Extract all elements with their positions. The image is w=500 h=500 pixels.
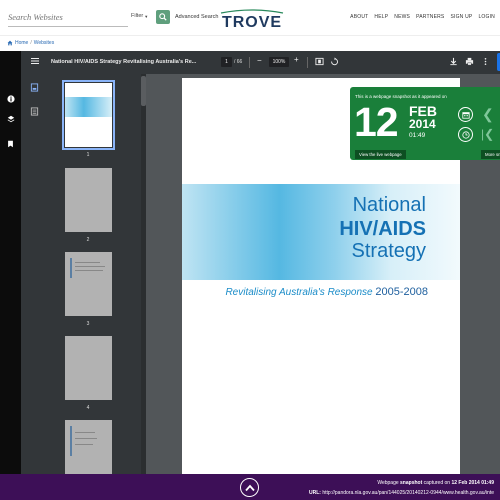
pdf-toolbar: National HIV/AIDS Strategy Revitalising … bbox=[21, 51, 500, 74]
thumbnail-label: 3 bbox=[86, 321, 90, 327]
breadcrumb-separator: / bbox=[30, 40, 32, 46]
search-field[interactable] bbox=[8, 7, 128, 27]
layers-icon[interactable] bbox=[6, 114, 15, 123]
page-thumbnail-5[interactable] bbox=[65, 420, 112, 474]
zoom-out-button[interactable]: − bbox=[257, 57, 262, 65]
thumbnail-text-line bbox=[75, 266, 105, 267]
page-thumbnail-4[interactable] bbox=[65, 336, 112, 400]
previous-snapshot-icon[interactable]: ❮ bbox=[482, 107, 494, 121]
thumbnail-text-line bbox=[75, 432, 95, 433]
nav-news[interactable]: NEWS bbox=[394, 14, 410, 20]
search-icon bbox=[159, 13, 167, 21]
nav-help[interactable]: HELP bbox=[374, 14, 388, 20]
fit-page-icon[interactable] bbox=[314, 56, 325, 67]
thumbnail-label: 1 bbox=[86, 152, 90, 158]
calendar-button[interactable] bbox=[458, 107, 473, 122]
thumbnail-margin-bar bbox=[70, 258, 72, 278]
snapshot-month: FEB bbox=[409, 103, 437, 119]
breadcrumb: Home / Websites bbox=[0, 35, 500, 50]
nav-about[interactable]: ABOUT bbox=[350, 14, 368, 20]
cover-title-line: Strategy bbox=[351, 240, 426, 262]
search-button[interactable] bbox=[156, 10, 170, 24]
side-rail bbox=[0, 51, 21, 474]
snapshot-year: 2014 bbox=[409, 117, 436, 131]
capture-prefix: Webpage bbox=[377, 480, 399, 486]
site-header: Filter ▼ Advanced Search TROVE ABOUT HEL… bbox=[0, 0, 500, 35]
nav-sign-up[interactable]: SIGN UP bbox=[450, 14, 472, 20]
calendar-icon bbox=[461, 111, 470, 119]
thumbnail-panel: 1 2 3 4 bbox=[21, 74, 146, 474]
clock-icon bbox=[461, 130, 470, 139]
page-count: / 66 bbox=[234, 59, 243, 65]
cover-title-line: National bbox=[352, 194, 426, 216]
page-thumbnail-3[interactable] bbox=[65, 252, 112, 316]
cover-title-band: National HIV/AIDS Strategy bbox=[182, 184, 460, 280]
trove-webpage: Filter ▼ Advanced Search TROVE ABOUT HEL… bbox=[0, 0, 500, 500]
document-title: National HIV/AIDS Strategy Revitalising … bbox=[51, 59, 197, 65]
snapshot-widget: This is a webpage snapshot as it appeare… bbox=[350, 87, 500, 160]
page-thumbnail-2[interactable] bbox=[65, 168, 112, 232]
url-value[interactable]: http://pandora.nla.gov.au/pan/144025/201… bbox=[322, 490, 494, 496]
page-thumbnail-1[interactable] bbox=[62, 80, 115, 150]
toolbar-divider bbox=[307, 57, 308, 68]
thumbnail-text-line bbox=[75, 444, 93, 445]
print-icon[interactable] bbox=[464, 56, 475, 67]
thumbnail-text-line bbox=[75, 262, 100, 263]
zoom-level-input[interactable]: 100% bbox=[269, 57, 289, 67]
thumbnail-view-icon[interactable] bbox=[30, 83, 39, 92]
breadcrumb-home[interactable]: Home bbox=[15, 40, 28, 46]
top-nav: ABOUT HELP NEWS PARTNERS SIGN UP LOGIN bbox=[350, 14, 495, 20]
cover-title-line: HIV/AIDS bbox=[339, 218, 426, 240]
filter-dropdown[interactable]: Filter ▼ bbox=[131, 13, 148, 19]
scroll-to-top-button[interactable] bbox=[240, 478, 259, 497]
trove-logo[interactable]: TROVE bbox=[219, 9, 285, 29]
breadcrumb-websites[interactable]: Websites bbox=[34, 40, 54, 46]
download-icon[interactable] bbox=[448, 56, 459, 67]
first-snapshot-icon[interactable]: |❮ bbox=[481, 127, 494, 141]
thumbnail-text-line bbox=[75, 438, 97, 439]
capture-mid: captured on bbox=[423, 480, 451, 486]
capture-date: 12 Feb 2014 01:49 bbox=[451, 480, 494, 486]
thumbnail-label: 4 bbox=[86, 405, 90, 411]
thumbnail-cover-band bbox=[65, 97, 112, 117]
thumbnail-margin-bar bbox=[70, 426, 72, 456]
snapshot-day: 12 bbox=[354, 99, 399, 145]
timeline-button[interactable] bbox=[458, 127, 473, 142]
rotate-icon[interactable] bbox=[329, 56, 340, 67]
toolbar-divider bbox=[249, 57, 250, 68]
cover-subtitle-text: Revitalising Australia's Response bbox=[225, 287, 373, 298]
zoom-in-button[interactable]: + bbox=[294, 56, 299, 64]
capture-url: URL: http://pandora.nla.gov.au/pan/14402… bbox=[309, 490, 494, 496]
more-options-icon[interactable] bbox=[480, 56, 491, 67]
snapshot-footer: Webpage snapshot captured on 12 Feb 2014… bbox=[0, 474, 500, 500]
home-icon bbox=[7, 40, 13, 46]
capture-snapshot-word: snapshot bbox=[400, 480, 423, 486]
nav-login[interactable]: LOGIN bbox=[478, 14, 495, 20]
filter-label: Filter bbox=[131, 13, 144, 19]
url-label: URL: bbox=[309, 490, 321, 496]
more-snapshots-button[interactable]: More sn bbox=[481, 150, 500, 159]
view-live-webpage-button[interactable]: View the live webpage bbox=[355, 150, 406, 159]
menu-icon[interactable] bbox=[31, 57, 39, 65]
thumbnail-label: 2 bbox=[86, 237, 90, 243]
capture-info: Webpage snapshot captured on 12 Feb 2014… bbox=[377, 480, 494, 486]
info-icon[interactable] bbox=[6, 94, 15, 103]
nav-partners[interactable]: PARTNERS bbox=[416, 14, 444, 20]
cover-years: 2005-2008 bbox=[375, 286, 428, 298]
caret-down-icon: ▼ bbox=[144, 13, 149, 19]
outline-view-icon[interactable] bbox=[30, 107, 39, 116]
advanced-search-link[interactable]: Advanced Search bbox=[175, 14, 218, 20]
cover-subtitle: Revitalising Australia's Response 2005-2… bbox=[225, 286, 428, 298]
thumbnail-text-line bbox=[75, 270, 103, 271]
bookmark-icon[interactable] bbox=[6, 139, 15, 148]
snapshot-time: 01:49 bbox=[409, 132, 426, 139]
page-number-input[interactable]: 1 bbox=[221, 57, 232, 67]
logo-text: TROVE bbox=[222, 14, 282, 29]
search-input[interactable] bbox=[8, 11, 128, 22]
chevron-up-icon bbox=[244, 484, 255, 491]
